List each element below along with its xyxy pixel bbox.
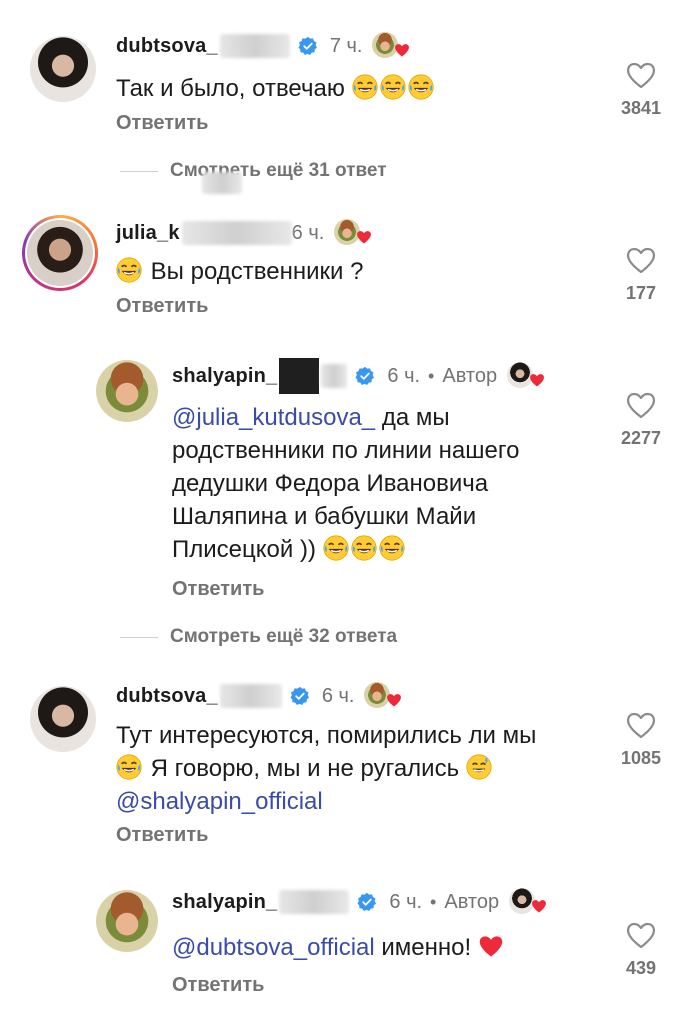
laughing-emoji-icon [116, 754, 142, 780]
mention-link[interactable]: @julia_kutdusova_ [172, 404, 375, 431]
red-heart-icon [394, 42, 410, 58]
timestamp: 7 ч. [329, 34, 363, 57]
author-label: Автор [442, 364, 498, 387]
avatar[interactable] [30, 686, 96, 752]
view-more-replies[interactable]: Смотреть ещё 32 ответа [120, 626, 397, 648]
view-more-replies-label[interactable]: Смотреть ещё 32 ответа [170, 626, 397, 648]
divider [120, 636, 158, 638]
reply-comment-1: shalyapin_ 6 ч. • Автор @julia_kutdusova… [0, 350, 692, 610]
separator-dot: • [428, 365, 435, 386]
timestamp: 6 ч. [321, 684, 355, 707]
author-liked-indicator [509, 888, 545, 916]
username[interactable]: dubtsova_ [116, 685, 218, 708]
red-heart-emoji-icon [478, 933, 504, 959]
author-liked-indicator [364, 682, 400, 710]
laughing-emoji-icon [408, 74, 434, 100]
timestamp: 6 ч. [387, 364, 421, 387]
comment-3: dubtsova_ 6 ч. Тут интересуются, помирил… [0, 670, 692, 860]
red-heart-icon [529, 372, 545, 388]
red-heart-icon [356, 229, 372, 245]
username[interactable]: dubtsova_ [116, 35, 218, 58]
heart-outline-icon[interactable] [625, 390, 657, 420]
reply-button[interactable]: Ответить [116, 824, 208, 847]
story-ring[interactable] [22, 215, 98, 291]
like-count: 2277 [620, 428, 662, 448]
username[interactable]: shalyapin_ [172, 891, 277, 914]
redacted-username [219, 34, 290, 58]
author-liked-indicator [372, 32, 408, 60]
like-count: 1085 [620, 748, 662, 768]
comment-text: @dubtsova_official именно! [172, 931, 592, 964]
avatar[interactable] [30, 36, 96, 102]
redacted-username [219, 684, 282, 708]
reply-button[interactable]: Ответить [116, 112, 208, 135]
comment-text: @julia_kutdusova_ да мы родственники по … [172, 404, 520, 563]
avatar[interactable] [27, 220, 93, 286]
laughing-emoji-icon [380, 74, 406, 100]
verified-badge-icon [357, 892, 377, 912]
laughing-emoji-icon [379, 535, 405, 561]
verified-badge-icon [298, 36, 318, 56]
view-more-replies[interactable]: Смотреть ещё 31 ответ [120, 160, 387, 194]
like-count: 177 [625, 283, 657, 303]
comment-text: Тут интересуются, помирились ли мы Я гов… [116, 722, 537, 815]
laughing-emoji-icon [351, 535, 377, 561]
author-liked-indicator [334, 219, 370, 247]
laughing-emoji-icon [323, 535, 349, 561]
heart-outline-icon[interactable] [625, 920, 657, 950]
author-label: Автор [444, 890, 500, 913]
sweat-smile-emoji-icon [466, 754, 492, 780]
timestamp: 6 ч. [291, 221, 325, 244]
divider [120, 170, 158, 172]
redacted-username [279, 890, 350, 914]
separator-dot: • [430, 891, 437, 912]
author-liked-indicator [507, 362, 543, 390]
username[interactable]: julia_k [116, 222, 180, 245]
red-heart-icon [386, 692, 402, 708]
reply-button[interactable]: Ответить [172, 974, 264, 997]
timestamp: 6 ч. [389, 890, 423, 913]
reply-button[interactable]: Ответить [116, 295, 208, 318]
avatar[interactable] [96, 890, 158, 952]
like-control[interactable]: 3841 [601, 60, 681, 119]
comment-2: julia_k 6 ч. Вы родственники ? Ответить … [0, 205, 692, 335]
comment-text: Вы родственники ? [116, 255, 536, 288]
red-heart-icon [531, 898, 547, 914]
like-control[interactable]: 439 [601, 920, 681, 979]
redacted-username [181, 221, 292, 245]
like-count: 439 [625, 958, 657, 978]
comment-text: Так и было, отвечаю [116, 72, 536, 105]
username[interactable]: shalyapin_ [172, 365, 277, 388]
like-control[interactable]: 2277 [601, 390, 681, 449]
laughing-emoji-icon [116, 257, 142, 283]
comment-1: dubtsova_ 7 ч. Так и было, отвечаю Ответ… [0, 0, 692, 150]
mention-link[interactable]: @shalyapin_official [116, 788, 323, 815]
like-control[interactable]: 177 [601, 245, 681, 304]
redacted-username [321, 364, 348, 388]
heart-outline-icon[interactable] [625, 245, 657, 275]
reply-comment-2: shalyapin_ 6 ч. • Автор @dubtsova_offici… [0, 880, 692, 1020]
like-control[interactable]: 1085 [601, 710, 681, 769]
mention-link[interactable]: @dubtsova_official [172, 934, 375, 961]
avatar[interactable] [96, 360, 158, 422]
redacted-overlay [202, 172, 242, 194]
verified-badge-icon [355, 366, 375, 386]
like-count: 3841 [620, 98, 662, 118]
redacted-username [279, 358, 320, 394]
heart-outline-icon[interactable] [625, 60, 657, 90]
laughing-emoji-icon [352, 74, 378, 100]
verified-badge-icon [290, 686, 310, 706]
heart-outline-icon[interactable] [625, 710, 657, 740]
reply-button[interactable]: Ответить [172, 578, 264, 601]
